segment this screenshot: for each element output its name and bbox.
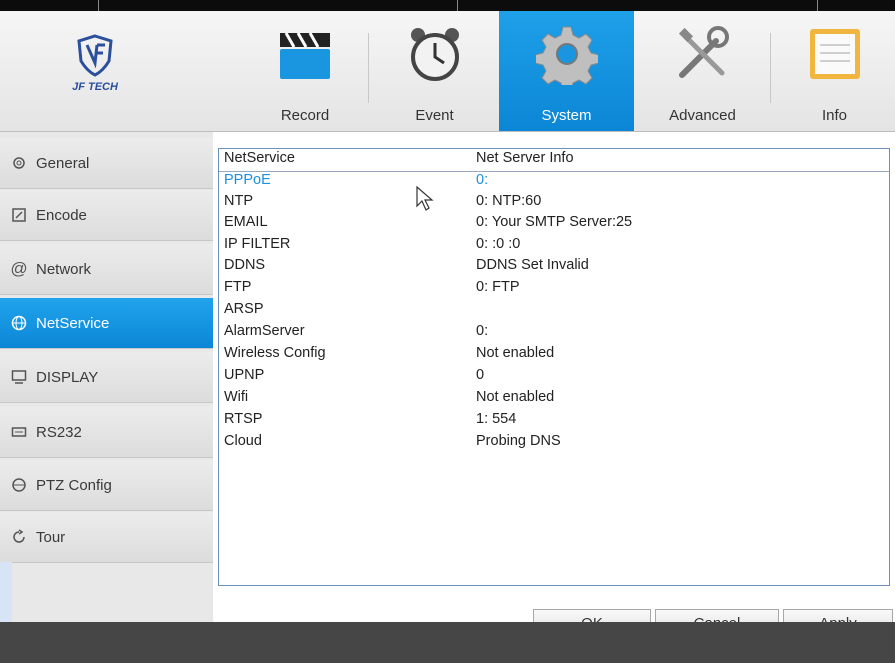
row-info: 0: Your SMTP Server:25 bbox=[476, 214, 633, 230]
ptz-icon bbox=[10, 476, 28, 494]
row-name: Wifi bbox=[224, 389, 249, 405]
table-row[interactable]: PPPoE 0: bbox=[219, 171, 889, 191]
table-header: NetService Net Server Info bbox=[219, 149, 889, 172]
row-name: PPPoE bbox=[224, 172, 271, 188]
sidebar-item-label: DISPLAY bbox=[36, 368, 99, 386]
bottom-bar bbox=[0, 622, 895, 663]
row-info: 0: NTP:60 bbox=[476, 193, 542, 209]
sidebar-item-label: NetService bbox=[36, 314, 110, 332]
netservice-panel: NetService Net Server Info PPPoE 0: NTP 0:… bbox=[213, 132, 895, 638]
record-clapper-icon bbox=[280, 32, 330, 79]
row-name: EMAIL bbox=[224, 214, 268, 230]
table-row[interactable]: Wireless Config Not enabled bbox=[219, 344, 889, 364]
tools-icon bbox=[678, 26, 729, 78]
sidebar-accent-patch bbox=[0, 562, 12, 622]
monitor-icon bbox=[10, 368, 28, 386]
table-row[interactable]: UPNP 0 bbox=[219, 366, 889, 386]
row-name: DDNS bbox=[224, 257, 266, 273]
tab-info[interactable]: Info bbox=[774, 11, 895, 131]
gear-outline-icon bbox=[10, 154, 28, 172]
table-row[interactable]: Cloud Probing DNS bbox=[219, 432, 889, 452]
tab-info-label: Info bbox=[821, 107, 848, 124]
table-row[interactable]: EMAIL 0: Your SMTP Server:25 bbox=[219, 213, 889, 233]
top-strip-tick bbox=[98, 0, 99, 11]
table-row[interactable]: Wifi Not enabled bbox=[219, 388, 889, 408]
tab-event[interactable]: Event bbox=[372, 11, 497, 131]
globe-icon bbox=[10, 314, 28, 332]
row-info: 0 bbox=[476, 367, 485, 383]
sidebar-item-netservice[interactable]: NetService bbox=[0, 298, 213, 349]
row-info: 0: FTP bbox=[476, 279, 520, 295]
top-strip-tick bbox=[457, 0, 458, 11]
row-info: Probing DNS bbox=[476, 433, 561, 449]
gear-icon bbox=[535, 26, 598, 85]
tab-record-label: Record bbox=[280, 107, 330, 124]
sidebar-item-encode[interactable]: Encode bbox=[0, 190, 213, 241]
row-info: 0: bbox=[476, 323, 489, 339]
sidebar-item-label: General bbox=[36, 154, 90, 172]
table-row[interactable]: NTP 0: NTP:60 bbox=[219, 192, 889, 212]
logo-brand-text: JF TECH bbox=[72, 81, 118, 93]
row-info: DDNS Set Invalid bbox=[476, 257, 589, 273]
tab-advanced-label: Advanced bbox=[669, 107, 736, 124]
row-name: Cloud bbox=[224, 433, 262, 449]
row-info: 0: :0 :0 bbox=[476, 236, 521, 252]
logo: JF TECH bbox=[55, 33, 135, 113]
column-header-net-server-info: Net Server Info bbox=[476, 150, 574, 166]
top-strip-tick bbox=[817, 0, 818, 11]
tab-separator bbox=[368, 33, 369, 103]
sidebar-item-label: Tour bbox=[36, 528, 66, 546]
table-row[interactable]: ARSP bbox=[219, 300, 889, 320]
table-row[interactable]: IP FILTER 0: :0 :0 bbox=[219, 235, 889, 255]
sidebar-item-ptz-config[interactable]: PTZ Config bbox=[0, 460, 213, 511]
table-row[interactable]: RTSP 1: 554 bbox=[219, 410, 889, 430]
logo-shield-icon bbox=[77, 34, 113, 77]
row-name: RTSP bbox=[224, 411, 263, 427]
row-name: UPNP bbox=[224, 367, 265, 383]
row-name: Wireless Config bbox=[224, 345, 326, 361]
tab-record[interactable]: Record bbox=[245, 11, 365, 131]
tab-system[interactable]: System bbox=[499, 11, 634, 131]
sidebar-item-label: Network bbox=[36, 260, 92, 278]
row-name: AlarmServer bbox=[224, 323, 305, 339]
netservice-table: NetService Net Server Info PPPoE 0: NTP 0:… bbox=[218, 148, 890, 586]
keyboard-icon bbox=[10, 423, 28, 441]
edit-icon bbox=[10, 206, 28, 224]
table-row[interactable]: DDNS DDNS Set Invalid bbox=[219, 256, 889, 276]
row-info: Not enabled bbox=[476, 389, 555, 405]
mouse-cursor-icon bbox=[416, 186, 434, 211]
refresh-icon bbox=[10, 528, 28, 546]
main-menu-header: JF TECH Record Event System Advanced Inf… bbox=[0, 11, 895, 132]
tab-event-label: Event bbox=[415, 107, 454, 124]
sidebar-item-network[interactable]: @ Network bbox=[0, 244, 213, 295]
table-row[interactable]: FTP 0: FTP bbox=[219, 278, 889, 298]
sidebar-item-tour[interactable]: Tour bbox=[0, 512, 213, 563]
sidebar-item-label: PTZ Config bbox=[36, 476, 112, 494]
top-strip bbox=[0, 0, 895, 11]
sidebar-item-rs232[interactable]: RS232 bbox=[0, 407, 213, 458]
tab-advanced[interactable]: Advanced bbox=[636, 11, 769, 131]
info-window-icon bbox=[809, 29, 860, 79]
sidebar-item-label: RS232 bbox=[36, 423, 82, 441]
row-name: IP FILTER bbox=[224, 236, 291, 252]
row-info: 0: bbox=[476, 172, 489, 188]
table-row[interactable]: AlarmServer 0: bbox=[219, 322, 889, 342]
tab-system-label: System bbox=[541, 107, 592, 124]
row-info: Not enabled bbox=[476, 345, 555, 361]
sidebar-item-general[interactable]: General bbox=[0, 138, 213, 189]
tab-separator bbox=[770, 33, 771, 103]
column-header-netservice: NetService bbox=[224, 150, 295, 166]
at-icon: @ bbox=[10, 259, 28, 278]
sidebar-item-label: Encode bbox=[36, 206, 87, 224]
row-info: 1: 554 bbox=[476, 411, 517, 427]
row-name: NTP bbox=[224, 193, 253, 209]
row-name: ARSP bbox=[224, 301, 264, 317]
sidebar: General Encode @ Network NetService DISP… bbox=[0, 132, 213, 622]
row-name: FTP bbox=[224, 279, 252, 295]
sidebar-item-display[interactable]: DISPLAY bbox=[0, 352, 213, 403]
alarm-clock-icon bbox=[410, 28, 459, 81]
